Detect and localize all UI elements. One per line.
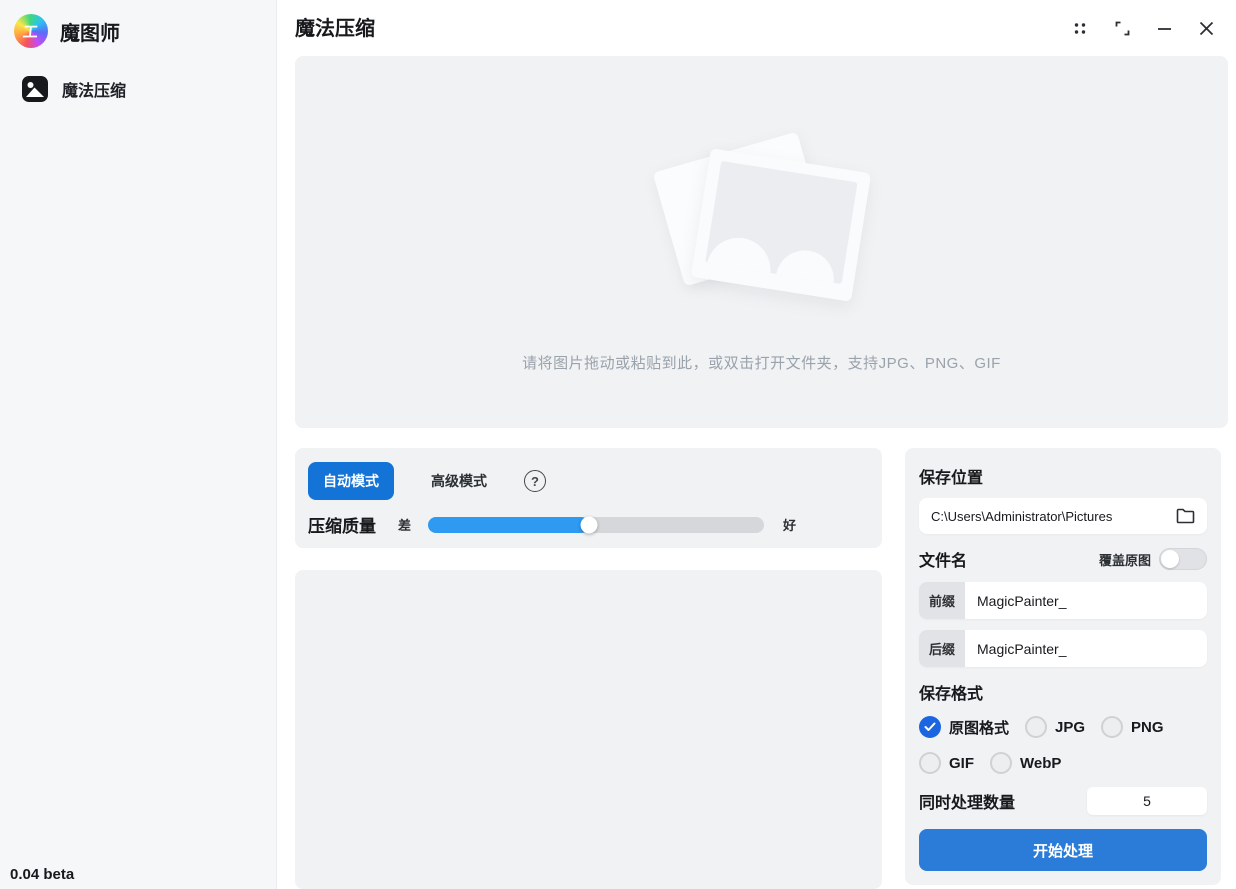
dropzone-hint: 请将图片拖动或粘贴到此，或双击打开文件夹，支持JPG、PNG、GIF bbox=[522, 352, 1001, 373]
save-settings-panel: 保存位置 文件名 覆盖原图 前缀 bbox=[905, 448, 1221, 885]
close-icon[interactable] bbox=[1190, 14, 1222, 42]
app-logo-icon: 工 bbox=[14, 14, 48, 48]
save-format-heading: 保存格式 bbox=[919, 680, 1207, 704]
titlebar: 魔法压缩 bbox=[277, 0, 1236, 56]
image-icon bbox=[22, 76, 48, 102]
prefix-input[interactable] bbox=[965, 582, 1207, 619]
mode-panel: 自动模式 高级模式 ? 压缩质量 差 好 bbox=[295, 448, 882, 548]
save-path-input[interactable] bbox=[931, 509, 1174, 524]
app-brand: 工 魔图师 bbox=[0, 0, 276, 48]
tab-auto-mode[interactable]: 自动模式 bbox=[308, 462, 394, 500]
sidebar-item-magic-compress[interactable]: 魔法压缩 bbox=[22, 76, 276, 102]
quality-slider-thumb[interactable] bbox=[581, 516, 598, 533]
mode-tabs: 自动模式 高级模式 ? bbox=[308, 462, 869, 500]
main-content: 魔法压缩 bbox=[277, 0, 1236, 889]
filename-row: 文件名 覆盖原图 bbox=[919, 547, 1207, 571]
suffix-input[interactable] bbox=[965, 630, 1207, 667]
suffix-chip: 后缀 bbox=[919, 630, 965, 667]
toggle-knob bbox=[1161, 550, 1179, 568]
quality-label: 压缩质量 bbox=[308, 512, 376, 537]
quality-slider-fill bbox=[428, 517, 589, 533]
quality-row: 压缩质量 差 好 bbox=[308, 512, 869, 537]
filename-heading: 文件名 bbox=[919, 547, 967, 571]
version-label: 0.04 beta bbox=[10, 866, 74, 883]
concurrency-input[interactable] bbox=[1087, 787, 1207, 815]
logo-glyph: 工 bbox=[22, 21, 39, 42]
format-options: 原图格式 JPG PNG GIF bbox=[919, 716, 1207, 774]
app-window: 工 魔图师 魔法压缩 0.04 beta 魔法压缩 bbox=[0, 0, 1236, 889]
radio-checked-icon bbox=[919, 716, 941, 738]
format-option-png[interactable]: PNG bbox=[1101, 716, 1164, 738]
suffix-field: 后缀 bbox=[919, 630, 1207, 667]
overwrite-label: 覆盖原图 bbox=[1099, 550, 1151, 569]
fullscreen-icon[interactable] bbox=[1106, 14, 1138, 42]
radio-unchecked-icon bbox=[919, 752, 941, 774]
sidebar-item-label: 魔法压缩 bbox=[62, 77, 126, 101]
concurrency-row: 同时处理数量 bbox=[919, 787, 1207, 815]
window-controls bbox=[1064, 14, 1222, 42]
tab-advanced-mode[interactable]: 高级模式 bbox=[416, 462, 502, 500]
page-title: 魔法压缩 bbox=[295, 12, 375, 41]
help-icon[interactable]: ? bbox=[524, 470, 546, 492]
save-location-heading: 保存位置 bbox=[919, 464, 1207, 488]
radio-unchecked-icon bbox=[1025, 716, 1047, 738]
image-dropzone[interactable]: 请将图片拖动或粘贴到此，或双击打开文件夹，支持JPG、PNG、GIF bbox=[295, 56, 1228, 428]
quality-slider[interactable] bbox=[428, 517, 764, 533]
start-button[interactable]: 开始处理 bbox=[919, 829, 1207, 871]
file-list-panel bbox=[295, 570, 882, 889]
photo-placeholder-icon bbox=[652, 126, 872, 326]
left-column: 自动模式 高级模式 ? 压缩质量 差 好 bbox=[295, 448, 882, 889]
prefix-chip: 前缀 bbox=[919, 582, 965, 619]
sidebar: 工 魔图师 魔法压缩 0.04 beta bbox=[0, 0, 277, 889]
concurrency-label: 同时处理数量 bbox=[919, 789, 1015, 813]
overwrite-toggle[interactable] bbox=[1159, 548, 1207, 570]
save-path-field bbox=[919, 498, 1207, 534]
format-option-jpg[interactable]: JPG bbox=[1025, 716, 1085, 738]
radio-unchecked-icon bbox=[1101, 716, 1123, 738]
radio-unchecked-icon bbox=[990, 752, 1012, 774]
dots-menu-icon[interactable] bbox=[1064, 14, 1096, 42]
format-option-original[interactable]: 原图格式 bbox=[919, 716, 1009, 738]
minimize-icon[interactable] bbox=[1148, 14, 1180, 42]
quality-max-label: 好 bbox=[783, 515, 796, 534]
app-title: 魔图师 bbox=[60, 17, 120, 46]
format-option-gif[interactable]: GIF bbox=[919, 752, 974, 774]
prefix-field: 前缀 bbox=[919, 582, 1207, 619]
folder-icon[interactable] bbox=[1174, 506, 1197, 526]
bottom-region: 自动模式 高级模式 ? 压缩质量 差 好 bbox=[295, 448, 1228, 889]
format-option-webp[interactable]: WebP bbox=[990, 752, 1061, 774]
quality-min-label: 差 bbox=[398, 515, 411, 534]
